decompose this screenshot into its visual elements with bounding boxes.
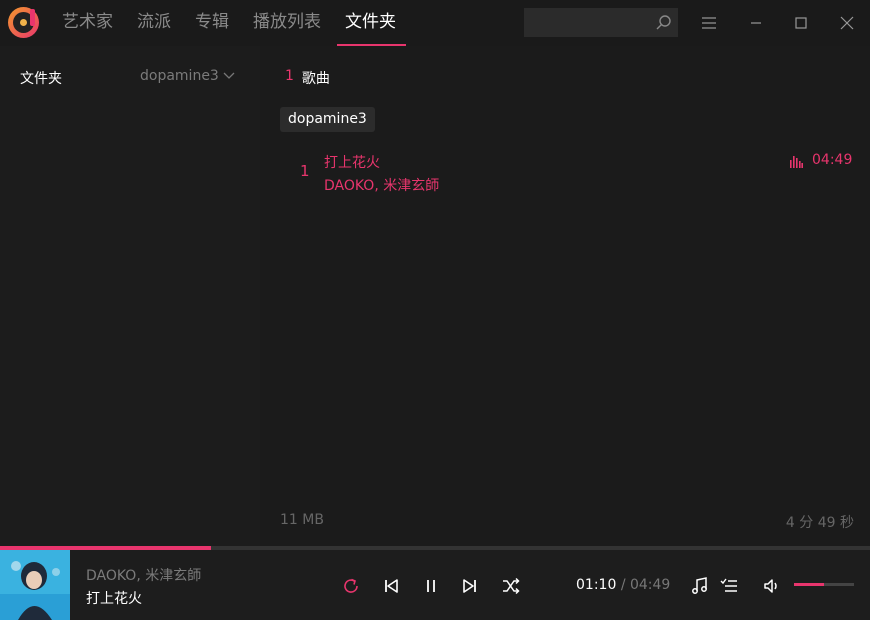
music-note-icon[interactable] <box>690 576 710 596</box>
previous-icon[interactable] <box>381 576 401 596</box>
player-bar: DAOKO, 米津玄師 打上花火 01:10 / 04:49 <box>0 550 870 620</box>
song-count-label: 歌曲 <box>301 71 330 87</box>
close-icon[interactable] <box>836 12 858 34</box>
total-size: 11 MB <box>280 512 324 528</box>
now-playing-artist: DAOKO, 米津玄師 <box>86 568 202 584</box>
total-duration: 4 分 49 秒 <box>785 515 854 531</box>
nav-folders[interactable]: 文件夹 <box>337 0 406 46</box>
search-input[interactable] <box>524 8 652 37</box>
volume-icon[interactable] <box>762 576 782 596</box>
dopamine-logo <box>8 7 39 38</box>
queue-icon[interactable] <box>719 576 739 596</box>
next-icon[interactable] <box>460 576 480 596</box>
main-nav: 艺术家 流派 专辑 播放列表 文件夹 <box>62 0 420 46</box>
time-separator: / <box>620 577 626 593</box>
volume-slider-fill <box>794 583 824 586</box>
song-duration: 04:49 <box>812 152 853 168</box>
title-bar: 艺术家 流派 专辑 播放列表 文件夹 <box>0 0 870 46</box>
nav-artists[interactable]: 艺术家 <box>62 0 113 46</box>
now-playing-title: 打上花火 <box>86 591 142 607</box>
volume-slider[interactable] <box>794 583 854 586</box>
song-list-panel: 1 歌曲 dopamine3 1 打上花火 DAOKO, 米津玄師 04:49 … <box>260 46 870 546</box>
nav-playlists[interactable]: 播放列表 <box>253 0 321 46</box>
hamburger-icon[interactable] <box>698 12 720 34</box>
current-time: 01:10 <box>576 577 617 593</box>
nav-albums[interactable]: 专辑 <box>195 0 229 46</box>
chevron-down-icon[interactable] <box>223 72 235 80</box>
folder-selector-label: dopamine3 <box>140 68 219 84</box>
maximize-icon[interactable] <box>790 12 812 34</box>
folder-chip[interactable]: dopamine3 <box>280 107 375 132</box>
time-display: 01:10 / 04:49 <box>576 577 670 593</box>
minimize-icon[interactable] <box>745 12 767 34</box>
pause-icon[interactable] <box>421 576 441 596</box>
song-count: 1 歌曲 <box>285 68 330 88</box>
album-cover[interactable] <box>0 550 70 620</box>
song-index: 1 <box>300 162 310 180</box>
search-box[interactable] <box>524 8 678 37</box>
song-title: 打上花火 <box>324 155 380 171</box>
folder-selector[interactable]: dopamine3 <box>140 68 235 84</box>
nav-genres[interactable]: 流派 <box>137 0 171 46</box>
folder-sidebar: 文件夹 dopamine3 <box>0 46 260 546</box>
shuffle-icon[interactable] <box>501 576 521 596</box>
total-time: 04:49 <box>629 577 671 593</box>
equalizer-icon <box>790 156 803 168</box>
song-row[interactable]: 1 打上花火 DAOKO, 米津玄師 04:49 <box>260 146 870 198</box>
song-artist: DAOKO, 米津玄師 <box>324 178 440 194</box>
repeat-icon[interactable] <box>341 576 361 596</box>
song-count-number: 1 <box>285 68 294 84</box>
search-icon[interactable] <box>655 14 672 31</box>
sidebar-title: 文件夹 <box>20 71 62 87</box>
